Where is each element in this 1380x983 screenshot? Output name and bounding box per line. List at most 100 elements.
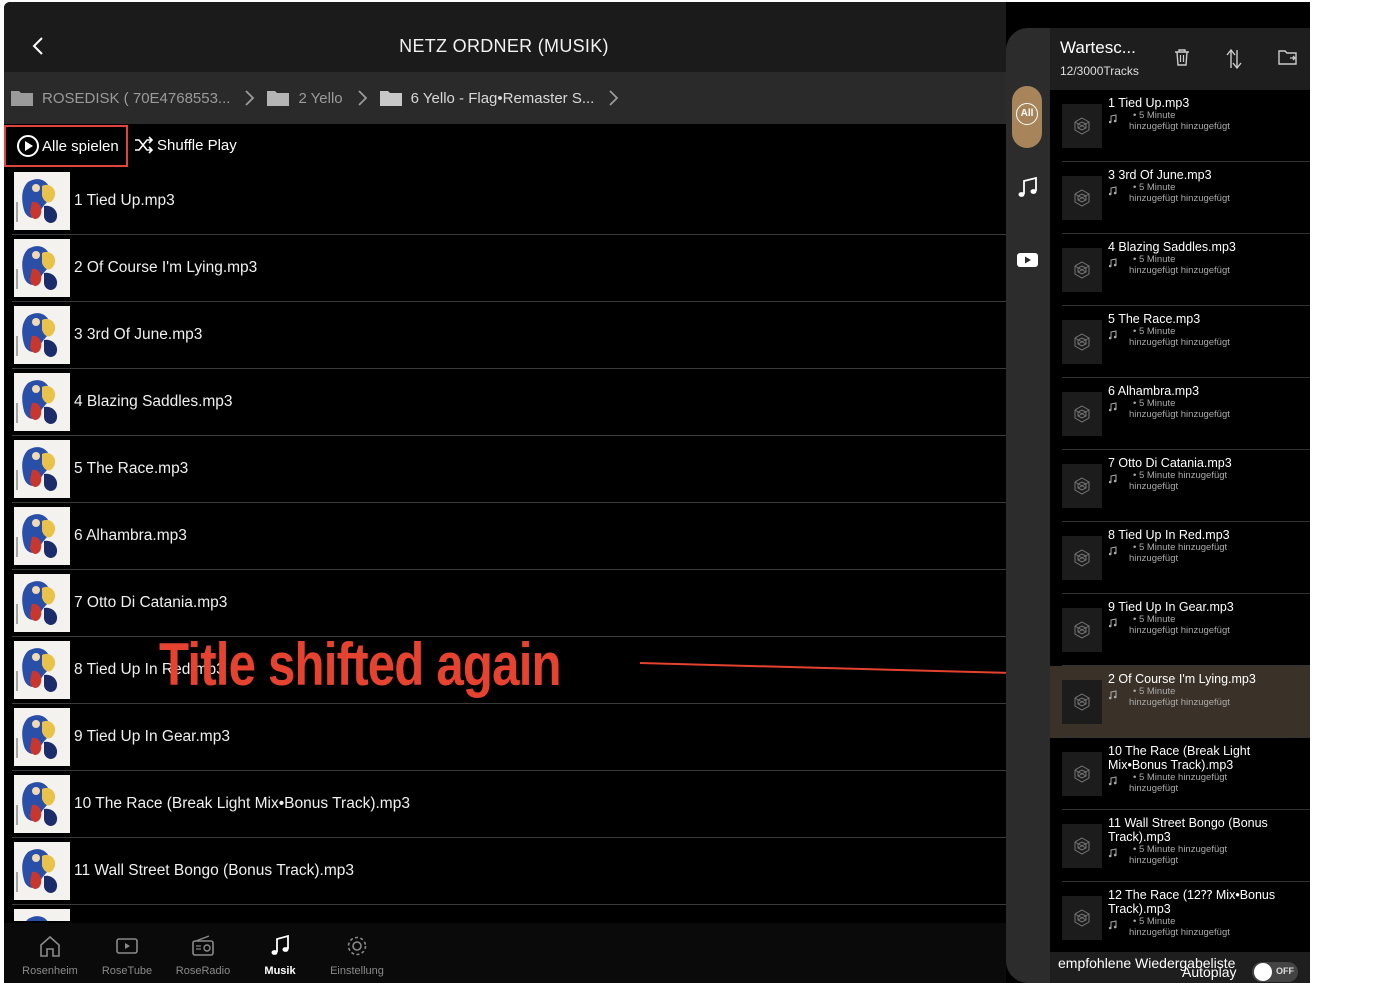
queue-item-meta: • 5 Minute hinzugefügt hinzugefügt xyxy=(1108,916,1298,938)
breadcrumb-label: ROSEDISK ( 70E4768553... xyxy=(42,89,231,107)
queue-item-meta: • 5 Minute hinzugefügt hinzugefügt xyxy=(1108,614,1298,636)
queue-item-meta: • 5 Minute hinzugefügt hinzugefügt xyxy=(1108,470,1298,492)
track-title: 2 Of Course I'm Lying.mp3 xyxy=(74,259,258,276)
play-all-button[interactable]: Alle spielen xyxy=(4,125,128,167)
album-placeholder-icon xyxy=(1062,896,1102,940)
queue-item[interactable]: 11 Wall Street Bongo (Bonus Track).mp3 • … xyxy=(1050,810,1310,882)
queue-item[interactable]: 5 The Race.mp3 • 5 Minute hinzugefügt hinz… xyxy=(1050,306,1310,378)
queue-item-added: hinzugefügt hinzugefügt xyxy=(1129,927,1230,938)
album-art xyxy=(14,574,70,632)
track-title: 7 Otto Di Catania.mp3 xyxy=(74,594,228,611)
queue-item-title: 8 Tied Up In Red.mp3 xyxy=(1108,528,1230,542)
autoplay-toggle[interactable]: OFF xyxy=(1252,962,1298,982)
album-placeholder-icon xyxy=(1062,392,1102,436)
queue-item-title: 12 The Race (12⁇ Mix•Bonus Track).mp3 xyxy=(1108,888,1276,916)
queue-item-meta: • 5 Minute hinzugefügt hinzugefügt xyxy=(1108,844,1298,866)
queue-item[interactable]: 10 The Race (Break Light Mix•Bonus Track… xyxy=(1050,738,1310,810)
album-placeholder-icon xyxy=(1062,608,1102,652)
back-arrow-icon[interactable] xyxy=(26,32,48,60)
track-row[interactable]: 2 Of Course I'm Lying.mp3 xyxy=(12,235,1006,302)
album-placeholder-icon xyxy=(1062,104,1102,148)
queue-item[interactable]: 12 The Race (12⁇ Mix•Bonus Track).mp3 • 5… xyxy=(1050,882,1310,954)
nav-label: Einstellung xyxy=(330,965,384,977)
track-row[interactable]: 1 Tied Up.mp3 xyxy=(12,168,1006,235)
nav-item-roseradio[interactable]: RoseRadio xyxy=(163,933,243,977)
track-row[interactable]: 6 Alhambra.mp3 xyxy=(12,503,1006,570)
album-art xyxy=(14,909,70,921)
home-icon xyxy=(40,935,60,957)
track-row[interactable]: 5 The Race.mp3 xyxy=(12,436,1006,503)
queue-item-title: 9 Tied Up In Gear.mp3 xyxy=(1108,600,1234,614)
queue-item-duration: • 5 Minute xyxy=(1133,254,1176,265)
autoplay-label: Autoplay xyxy=(1182,964,1237,980)
toggle-state: OFF xyxy=(1276,966,1294,976)
track-row[interactable]: 3 3rd Of June.mp3 xyxy=(12,302,1006,369)
breadcrumb: ROSEDISK ( 70E4768553... 2 Yello 6 Yello… xyxy=(4,72,1006,124)
track-row[interactable]: 9 Tied Up In Gear.mp3 xyxy=(12,704,1006,771)
queue-item-title: 6 Alhambra.mp3 xyxy=(1108,384,1200,398)
queue-item-added: hinzugefügt hinzugefügt xyxy=(1129,193,1230,204)
queue-item-duration: • 5 Minute xyxy=(1133,398,1176,409)
nav-label: Rosenheim xyxy=(22,965,78,977)
save-to-folder-icon[interactable] xyxy=(1278,48,1298,66)
queue-item-duration: • 5 Minute hinzugefügt xyxy=(1133,772,1228,783)
album-art xyxy=(14,172,70,230)
track-row[interactable]: 11 Wall Street Bongo (Bonus Track).mp3 xyxy=(12,838,1006,905)
album-placeholder-icon xyxy=(1062,824,1102,868)
nav-item-musik[interactable]: Musik xyxy=(240,933,320,977)
queue-footer: empfohlene Wiedergabeliste Autoplay OFF xyxy=(1050,952,1310,983)
nav-item-einstellung[interactable]: Einstellung xyxy=(317,933,397,977)
reorder-arrows-icon[interactable] xyxy=(1226,48,1242,70)
queue-item[interactable]: 1 Tied Up.mp3 • 5 Minute hinzugefügt hinzu… xyxy=(1050,90,1310,162)
shuffle-play-label: Shuffle Play xyxy=(157,136,237,154)
queue-item[interactable]: 4 Blazing Saddles.mp3 • 5 Minute hinzugefü… xyxy=(1050,234,1310,306)
page-title: NETZ ORDNER (MUSIK) xyxy=(399,36,609,56)
track-row[interactable]: 10 The Race (Break Light Mix•Bonus Track… xyxy=(12,771,1006,838)
breadcrumb-item-current[interactable]: 6 Yello - Flag•Remaster S... xyxy=(379,89,594,107)
breadcrumb-item-yello[interactable]: 2 Yello xyxy=(266,89,343,107)
nav-item-rosetube[interactable]: RoseTube xyxy=(87,933,167,977)
queue-item-added: hinzugefügt hinzugefügt xyxy=(1129,697,1230,708)
action-bar: Alle spielen Shuffle Play xyxy=(4,124,1006,168)
queue-item-title: 1 Tied Up.mp3 xyxy=(1108,96,1190,110)
queue-title: Wartesc... xyxy=(1060,38,1136,57)
album-art xyxy=(14,641,70,699)
folder-icon xyxy=(379,91,402,106)
queue-item-duration: • 5 Minute hinzugefügt xyxy=(1133,470,1228,481)
queue-item-duration: • 5 Minute xyxy=(1133,110,1176,121)
queue-item[interactable]: 7 Otto Di Catania.mp3 • 5 Minute hinzugef… xyxy=(1050,450,1310,522)
music-note-icon xyxy=(1108,546,1118,559)
queue-item-title: 4 Blazing Saddles.mp3 xyxy=(1108,240,1236,254)
queue-item[interactable]: 6 Alhambra.mp3 • 5 Minute hinzugefügt hinz… xyxy=(1050,378,1310,450)
music-note-icon xyxy=(1108,920,1118,933)
queue-item[interactable]: 9 Tied Up In Gear.mp3 • 5 Minute hinzugefü… xyxy=(1050,594,1310,666)
track-row[interactable]: 7 Otto Di Catania.mp3 xyxy=(12,570,1006,637)
music-note-icon[interactable] xyxy=(1016,174,1040,200)
queue-item-meta: • 5 Minute hinzugefügt hinzugefügt xyxy=(1108,182,1298,204)
breadcrumb-item-rosedisk[interactable]: ROSEDISK ( 70E4768553... xyxy=(10,89,230,107)
nav-item-rosenheim[interactable]: Rosenheim xyxy=(10,933,90,977)
queue-item-added: hinzugefügt xyxy=(1129,553,1179,564)
queue-item-meta: • 5 Minute hinzugefügt hinzugefügt xyxy=(1108,398,1298,420)
album-placeholder-icon xyxy=(1062,752,1102,796)
queue-list: 1 Tied Up.mp3 • 5 Minute hinzugefügt hinzu… xyxy=(1050,90,1310,954)
queue-item[interactable]: 3 3rd Of June.mp3 • 5 Minute hinzugefügt h… xyxy=(1050,162,1310,234)
youtube-icon[interactable] xyxy=(1016,250,1040,270)
queue-item-meta: • 5 Minute hinzugefügt hinzugefügt xyxy=(1108,326,1298,348)
queue-panel: Wartesc... 12/3000Tracks 1 Tied Up.mp3 • … xyxy=(1050,28,1310,983)
album-art xyxy=(14,507,70,565)
filter-all-button[interactable]: All xyxy=(1012,86,1042,148)
music-note-icon xyxy=(1108,618,1118,631)
track-row[interactable]: 4 Blazing Saddles.mp3 xyxy=(12,369,1006,436)
music-note-icon xyxy=(1108,186,1118,199)
queue-item[interactable]: 8 Tied Up In Red.mp3 • 5 Minute hinzugefü… xyxy=(1050,522,1310,594)
album-placeholder-icon xyxy=(1062,248,1102,292)
queue-item[interactable]: 2 Of Course I'm Lying.mp3 • 5 Minute hinzu… xyxy=(1050,666,1310,738)
album-art xyxy=(14,306,70,364)
music-note-icon xyxy=(1108,474,1118,487)
shuffle-play-button[interactable]: Shuffle Play xyxy=(134,136,237,154)
trash-icon[interactable] xyxy=(1174,48,1190,66)
queue-item-duration: • 5 Minute hinzugefügt xyxy=(1133,844,1228,855)
queue-item-duration: • 5 Minute hinzugefügt xyxy=(1133,542,1228,553)
music-note-icon xyxy=(271,934,289,955)
